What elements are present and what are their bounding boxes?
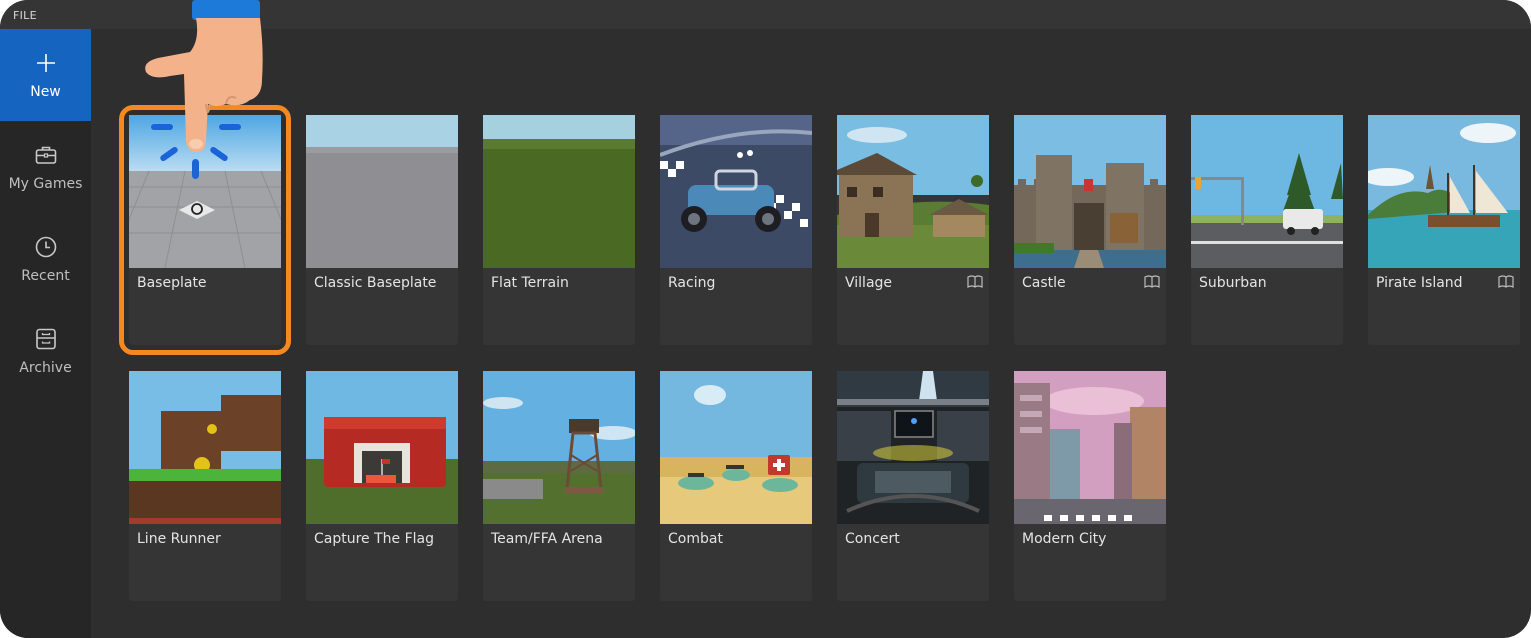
template-card-combat[interactable]: Combat [660, 371, 812, 601]
sidebar-item-my-games[interactable]: My Games [0, 121, 91, 213]
book-icon[interactable] [967, 275, 983, 289]
template-thumbnail [1368, 115, 1520, 268]
template-card-capture-the-flag[interactable]: Capture The Flag [306, 371, 458, 601]
sidebar-item-archive[interactable]: Archive [0, 305, 91, 397]
template-thumbnail [1014, 115, 1166, 268]
template-title: Capture The Flag [314, 531, 435, 547]
sidebar-item-label: Archive [19, 360, 72, 376]
template-title: Village [845, 275, 893, 291]
template-title: Castle [1022, 275, 1066, 291]
sidebar-item-new[interactable]: New [0, 29, 91, 121]
template-card-baseplate[interactable]: Baseplate [119, 105, 291, 355]
template-card-team-ffa-arena[interactable]: Team/FFA Arena [483, 371, 635, 601]
template-card-castle[interactable]: Castle [1014, 115, 1166, 345]
template-thumbnail [660, 371, 812, 524]
template-title: Team/FFA Arena [491, 531, 603, 547]
template-title: Concert [845, 531, 900, 547]
template-title: Modern City [1022, 531, 1107, 547]
template-card-modern-city[interactable]: Modern City [1014, 371, 1166, 601]
file-menu[interactable]: FILE [13, 9, 37, 22]
template-card-racing[interactable]: Racing [660, 115, 812, 345]
template-thumbnail [306, 371, 458, 524]
template-thumbnail [660, 115, 812, 268]
template-card-pirate-island[interactable]: Pirate Island [1368, 115, 1520, 345]
clock-icon [35, 236, 56, 258]
sidebar-item-label: New [30, 84, 61, 100]
sidebar-item-recent[interactable]: Recent [0, 213, 91, 305]
archive-icon [35, 328, 56, 350]
template-card-village[interactable]: Village [837, 115, 989, 345]
plus-icon [36, 54, 55, 72]
book-icon[interactable] [1144, 275, 1160, 289]
template-title: Flat Terrain [491, 275, 569, 291]
top-menu-bar: FILE [0, 0, 1531, 29]
book-icon[interactable] [1498, 275, 1514, 289]
template-thumbnail [1191, 115, 1343, 268]
sidebar: New My Games Recent Archive [0, 29, 91, 638]
template-gallery: Baseplate Classic Baseplate Flat Terrain… [91, 29, 1531, 638]
sidebar-item-label: Recent [21, 268, 70, 284]
template-thumbnail [837, 371, 989, 524]
template-title: Racing [668, 275, 716, 291]
template-card-suburban[interactable]: Suburban [1191, 115, 1343, 345]
template-thumbnail [483, 115, 635, 268]
template-card-flat-terrain[interactable]: Flat Terrain [483, 115, 635, 345]
template-thumbnail [483, 371, 635, 524]
template-title: Suburban [1199, 275, 1267, 291]
template-title: Baseplate [137, 275, 207, 291]
template-card-line-runner[interactable]: Line Runner [129, 371, 281, 601]
template-thumbnail [306, 115, 458, 268]
template-title: Pirate Island [1376, 275, 1463, 291]
template-thumbnail [1014, 371, 1166, 524]
template-title: Combat [668, 531, 723, 547]
template-thumbnail [129, 371, 281, 524]
template-thumbnail [837, 115, 989, 268]
sidebar-item-label: My Games [8, 176, 83, 192]
briefcase-icon [35, 146, 56, 164]
template-title: Classic Baseplate [314, 275, 437, 291]
template-card-classic-baseplate[interactable]: Classic Baseplate [306, 115, 458, 345]
template-title: Line Runner [137, 531, 221, 547]
template-card-concert[interactable]: Concert [837, 371, 989, 601]
template-thumbnail [129, 115, 281, 268]
studio-window: FILE New My Games Recent Archive Basepla… [0, 0, 1531, 638]
